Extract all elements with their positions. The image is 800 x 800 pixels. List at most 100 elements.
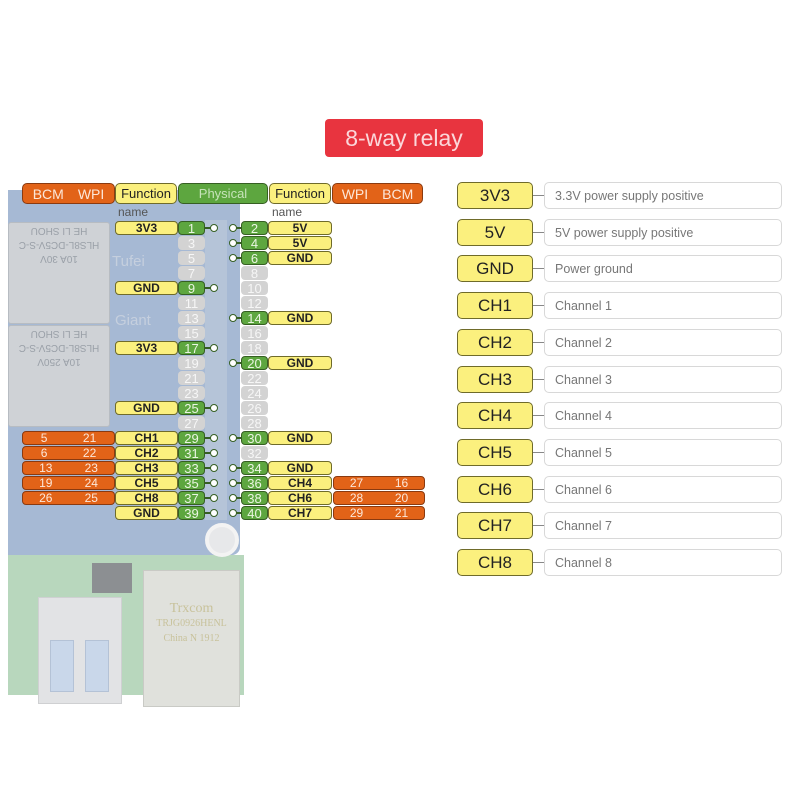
eth-brand: Trxcom: [169, 601, 214, 616]
bcm-number: 26: [39, 491, 53, 505]
bcm-wpi-left: 5 21: [22, 431, 115, 445]
function-label-left: CH5: [115, 476, 178, 490]
silkscreen-text: Tufei: [112, 253, 145, 270]
wpi-number: 27: [349, 476, 364, 490]
physical-pin-left: 39: [178, 506, 205, 521]
legend-connector: [533, 232, 544, 233]
header-wpi-bcm-right: WPI BCM: [332, 183, 423, 204]
physical-pin-right: 24: [241, 386, 268, 401]
physical-pin-left: 31: [178, 446, 205, 461]
relay-component: 10A 30V HLS8L-DC5V-S-C HE LI SHOU: [8, 222, 110, 324]
pin-connector-dot: [210, 344, 218, 352]
eth-model: TRJG0926HENL: [156, 618, 227, 629]
function-label-right: GND: [268, 356, 332, 370]
legend-key: CH2: [457, 329, 533, 356]
pin-connector-dot: [229, 224, 237, 232]
physical-pin-left: 11: [178, 296, 205, 311]
legend-key: CH3: [457, 366, 533, 393]
function-label-right: 5V: [268, 221, 332, 235]
relay-brand: HE LI SHOU: [30, 225, 88, 236]
function-label-right: GND: [268, 311, 332, 325]
header-bcm-wpi-left: BCM WPI: [22, 183, 115, 204]
legend-description: Channel 5: [544, 439, 782, 466]
physical-pin-left: 13: [178, 311, 205, 326]
diagram-title: 8-way relay: [325, 119, 483, 157]
physical-pin-right: 22: [241, 371, 268, 386]
wpi-bcm-right: 27 16: [333, 476, 425, 490]
physical-pin-left: 29: [178, 431, 205, 446]
header-wpi: WPI: [341, 185, 369, 202]
legend-connector: [533, 489, 544, 490]
physical-pin-left: 35: [178, 476, 205, 491]
physical-pin-right: 34: [241, 461, 268, 476]
function-label-left: GND: [115, 506, 178, 520]
header-physical: Physical: [178, 183, 268, 204]
function-label-left: 3V3: [115, 221, 178, 235]
relay-model: HLS8L-DC5V-S-C: [18, 342, 100, 353]
wpi-bcm-right: 28 20: [333, 491, 425, 505]
physical-pin-left: 33: [178, 461, 205, 476]
physical-pin-left: 27: [178, 416, 205, 431]
pin-connector-dot: [229, 479, 237, 487]
silkscreen-text: Giant: [115, 312, 151, 329]
pin-connector-dot: [210, 284, 218, 292]
physical-pin-left: 1: [178, 221, 205, 236]
physical-pin-right: 16: [241, 326, 268, 341]
subheader-name-right: name: [272, 205, 303, 219]
relay-component: 10A 250V HLS8L-DC5V-S-C HE LI SHOU: [8, 325, 110, 427]
bcm-number: 13: [39, 461, 53, 475]
legend-key: CH7: [457, 512, 533, 539]
physical-pin-right: 38: [241, 491, 268, 506]
function-label-right: 5V: [268, 236, 332, 250]
physical-pin-right: 32: [241, 446, 268, 461]
function-label-left: CH2: [115, 446, 178, 460]
header-wpi: WPI: [77, 185, 105, 202]
pin-connector-dot: [210, 494, 218, 502]
bcm-number: 16: [394, 476, 409, 490]
function-label-right: GND: [268, 251, 332, 265]
wpi-number: 25: [84, 491, 98, 505]
wpi-number: 23: [84, 461, 98, 475]
mounting-hole: [205, 523, 239, 557]
legend-key: CH6: [457, 476, 533, 503]
usb-connector: [85, 640, 109, 692]
legend-description: Channel 7: [544, 512, 782, 539]
function-label-left: 3V3: [115, 341, 178, 355]
function-label-right: GND: [268, 461, 332, 475]
physical-pin-left: 9: [178, 281, 205, 296]
function-label-right: CH4: [268, 476, 332, 490]
header-bcm: BCM: [382, 185, 414, 202]
legend-connector: [533, 562, 544, 563]
bcm-number: 21: [394, 506, 409, 520]
pin-connector-dot: [210, 449, 218, 457]
physical-pin-right: 20: [241, 356, 268, 371]
gpio-header-strip: [205, 220, 227, 520]
wpi-number: 29: [349, 506, 364, 520]
pin-connector-dot: [210, 404, 218, 412]
physical-pin-right: 18: [241, 341, 268, 356]
physical-pin-left: 21: [178, 371, 205, 386]
physical-pin-left: 23: [178, 386, 205, 401]
function-label-left: CH8: [115, 491, 178, 505]
pin-connector-dot: [229, 359, 237, 367]
pin-connector-dot: [229, 314, 237, 322]
physical-pin-left: 3: [178, 236, 205, 251]
pin-connector-dot: [229, 509, 237, 517]
legend-key: 5V: [457, 219, 533, 246]
legend-description: 3.3V power supply positive: [544, 182, 782, 209]
physical-pin-left: 15: [178, 326, 205, 341]
bcm-number: 6: [40, 446, 48, 460]
legend-connector: [533, 195, 544, 196]
function-label-right: CH6: [268, 491, 332, 505]
physical-pin-right: 10: [241, 281, 268, 296]
chip: [92, 563, 132, 593]
function-label-right: CH7: [268, 506, 332, 520]
pin-connector-dot: [229, 239, 237, 247]
legend-key: 3V3: [457, 182, 533, 209]
physical-pin-left: 25: [178, 401, 205, 416]
header-function-left: Function: [115, 183, 177, 204]
physical-pin-right: 36: [241, 476, 268, 491]
eth-origin: China N 1912: [163, 633, 220, 644]
physical-pin-left: 5: [178, 251, 205, 266]
pin-connector-dot: [229, 464, 237, 472]
